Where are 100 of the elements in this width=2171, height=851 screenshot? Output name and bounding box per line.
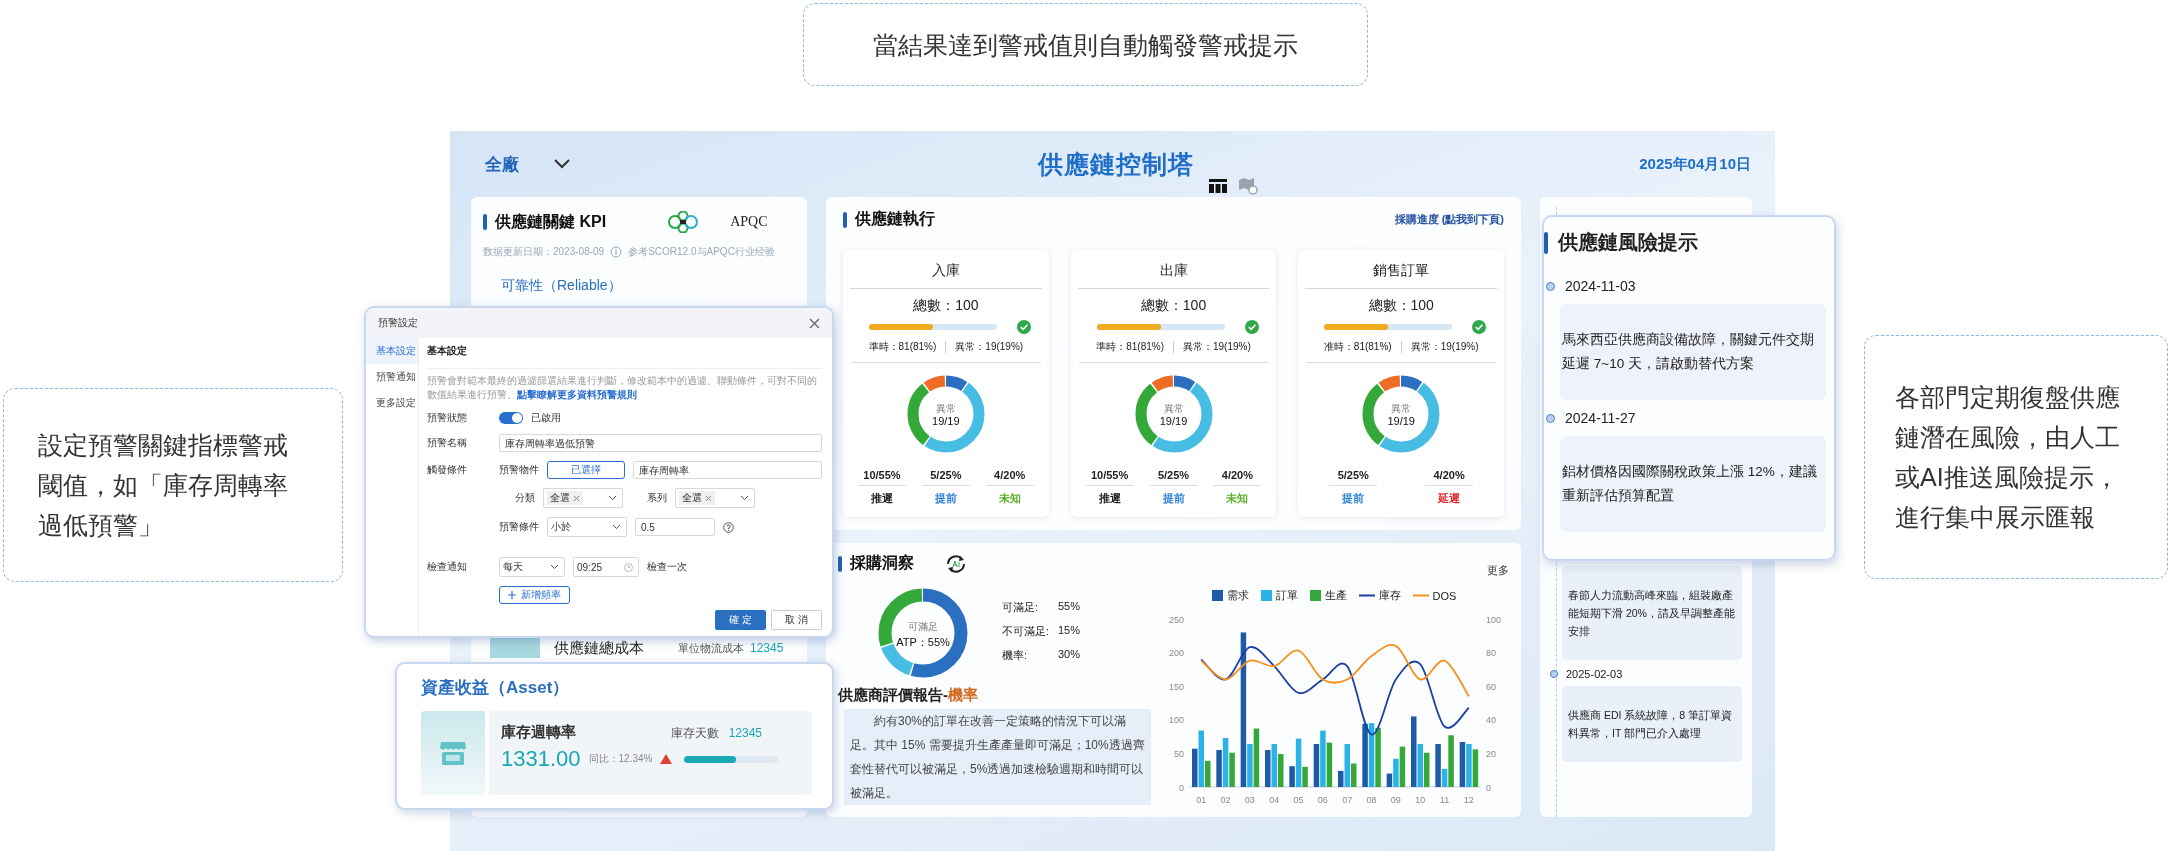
legend-label: DOS (1432, 589, 1457, 602)
donut-label: 可滿足 (908, 620, 938, 633)
card-title: 資產收益（Asset） (421, 677, 571, 699)
axis-label: 05 (1293, 795, 1304, 805)
legend-value: 55% (1058, 599, 1081, 614)
frequency-select[interactable]: 每天 (499, 557, 565, 577)
threshold-field[interactable]: 0.5 (635, 518, 715, 536)
plant-dropdown[interactable]: 全廠 (485, 152, 571, 176)
axis-label: 09 (1390, 795, 1401, 805)
field-label: 預警條件 (499, 520, 539, 534)
object-field[interactable]: 庫存周轉率 (633, 461, 822, 479)
axis-label: 04 (1269, 795, 1280, 805)
card-title: 入庫 (850, 250, 1042, 289)
procurement-link[interactable]: 採購進度 (點我到下頁) (1394, 212, 1504, 227)
help-icon[interactable] (723, 521, 734, 533)
cancel-button[interactable]: 取 消 (771, 610, 822, 630)
stat-label: 提前 (934, 491, 957, 506)
name-field[interactable]: 庫存周轉率過低預警 (499, 434, 822, 452)
section-heading: 基本設定 (427, 344, 822, 369)
field-label: 觸發條件 (427, 463, 468, 477)
logo-icon (666, 211, 701, 233)
axis-label: 02 (1220, 795, 1231, 805)
on-time-count: 準時：81(81%) (1096, 340, 1164, 354)
stat-label: 未知 (998, 491, 1021, 506)
axis-label: 01 (1196, 795, 1207, 805)
condition-select[interactable]: 小於 (547, 517, 627, 537)
stat-label: 推遲 (870, 491, 893, 506)
table-icon[interactable] (1208, 177, 1228, 194)
confirm-button[interactable]: 確 定 (715, 610, 767, 630)
metric-label: 單位物流成本 (678, 640, 744, 656)
metric-value: 12345 (750, 641, 784, 655)
axis-label: 06 (1317, 795, 1328, 805)
callout-note: 設定預警關鍵指標警戒閾值，如「庫存周轉率過低預警」 (3, 388, 343, 582)
axis-label: 200 (1168, 648, 1184, 659)
total-count: 總數：100 (1140, 297, 1207, 315)
risk-message: 春節人力流動高峰來臨，組裝廠產能短期下滑 20%，請及早調整產能安排 (1562, 566, 1742, 660)
field-label: 分類 (514, 491, 535, 505)
axis-label: 20 (1486, 748, 1496, 759)
stat-label: 未知 (1226, 491, 1249, 506)
total-count: 總數：100 (913, 297, 979, 315)
time-field[interactable]: 09:25 (573, 557, 639, 577)
callout-note: 各部門定期復盤供應鏈潛在風險，由人工或AI推送風險提示，進行集中展示匯報 (1864, 335, 2168, 579)
up-triangle-icon (660, 754, 673, 764)
stat-value: 5/25% (1149, 469, 1198, 486)
nav-tab[interactable]: 基本設定 (366, 338, 418, 364)
dialog-title: 預警設定 (378, 316, 418, 330)
on-time-count: 准時：81(81%) (1323, 340, 1392, 354)
toggle-label: 已啟用 (531, 411, 561, 425)
timeline-dot (1546, 281, 1555, 291)
chevron-down-icon (550, 564, 559, 570)
on-time-count: 準時：81(81%) (868, 340, 937, 354)
legend-label: 不可滿足: (1002, 623, 1051, 639)
nav-tab[interactable]: 預警通知 (366, 364, 418, 390)
donut-label: 異常 (935, 403, 956, 416)
filter-tag: 全選 (679, 491, 715, 505)
section-heading: 可靠性（Reliable） (501, 277, 623, 295)
axis-label: 250 (1168, 614, 1184, 625)
series-select[interactable]: 全選 (675, 488, 755, 508)
report-title: 供應商評價報告-機率 (838, 686, 979, 705)
donut-value: ATP：55% (896, 635, 950, 650)
stat-label: 延遲 (1438, 491, 1461, 506)
stat-value: 10/55% (1085, 469, 1134, 486)
stat-value: 10/55% (857, 469, 906, 486)
info-icon (610, 246, 623, 258)
more-link[interactable]: 更多 (1487, 563, 1509, 578)
close-icon[interactable] (705, 494, 712, 502)
chevron-down-icon (612, 524, 621, 530)
close-icon[interactable] (809, 317, 820, 329)
rules-link[interactable]: 點擊瞭解更多資料預警規則 (517, 389, 637, 400)
ai-refresh-icon[interactable] (944, 553, 968, 574)
legend-swatch (1260, 590, 1272, 601)
stat-value: 4/20% (1213, 469, 1262, 486)
donut-value: 19/19 (1159, 415, 1188, 429)
legend-swatch (1309, 590, 1321, 601)
panel-title: 供應鏈關鍵 KPI (495, 211, 607, 232)
stat-value: 5/25% (1329, 469, 1378, 486)
filter-tag: 全選 (547, 491, 583, 505)
map-icon[interactable] (1238, 176, 1258, 195)
donut-label: 異常 (1391, 403, 1412, 416)
toggle-switch[interactable] (499, 412, 523, 424)
axis-label: 0 (1179, 782, 1184, 793)
axis-label: 60 (1486, 681, 1496, 692)
close-icon[interactable] (573, 494, 580, 502)
field-label: 系列 (646, 491, 667, 505)
nav-tab[interactable]: 更多設定 (366, 390, 418, 416)
field-label: 預警物件 (499, 463, 539, 477)
field-label: 預警名稱 (427, 436, 468, 450)
axis-label: 12 (1463, 795, 1474, 805)
selected-button[interactable]: 已選擇 (547, 461, 625, 479)
check-icon (1472, 320, 1487, 334)
legend-value: 15% (1058, 623, 1081, 638)
dashboard-title: 供應鏈控制塔 (1038, 148, 1194, 180)
timeline-dot (1550, 670, 1558, 678)
category-select[interactable]: 全選 (543, 488, 623, 508)
add-frequency-button[interactable]: 新增頻率 (499, 586, 570, 604)
check-icon (1016, 320, 1031, 334)
description-text: 預警會對範本最終的過濾篩選結果進行判斷，修改範本中的過濾、聯動條件，可對不同的數值結果進行預警。點擊瞭解更多資料預警規則 (427, 374, 818, 402)
axis-label: 10 (1415, 795, 1426, 805)
axis-label: 150 (1168, 681, 1184, 692)
chevron-down-icon (740, 495, 749, 501)
